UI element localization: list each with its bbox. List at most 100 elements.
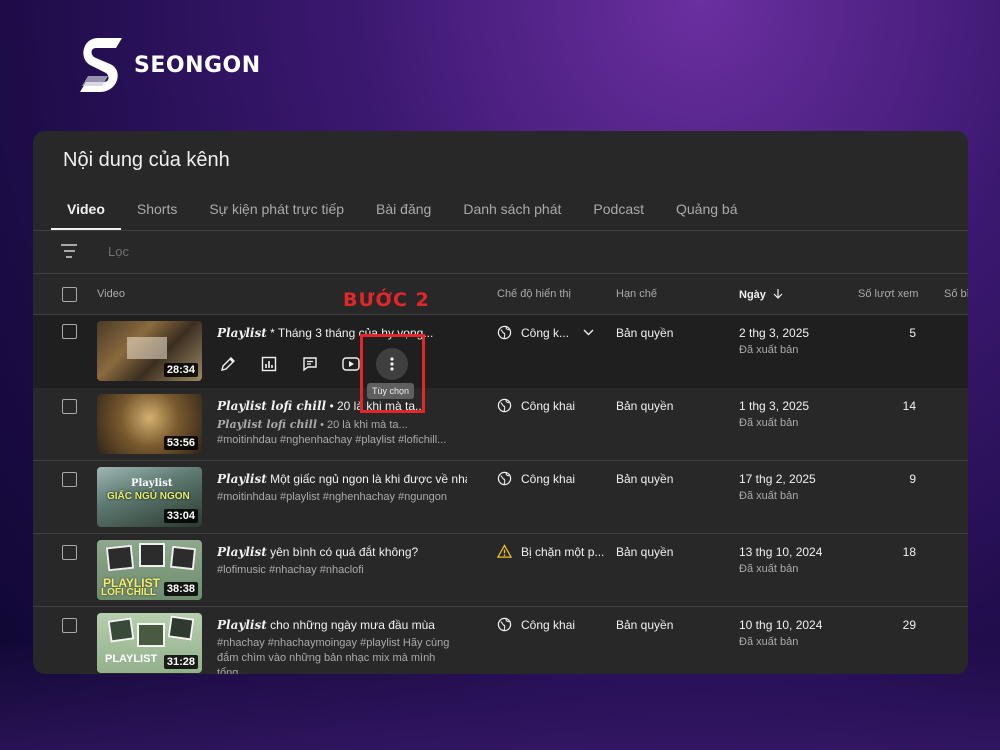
video-description: #moitinhdau #playlist #nghenhachay #ngun… bbox=[217, 490, 467, 505]
table-row[interactable]: Playlist GIẤC NGỦ NGON 33:04 Playlist Mộ… bbox=[33, 461, 968, 534]
date-value: 17 thg 2, 2025 bbox=[739, 472, 816, 486]
visibility-status[interactable]: Công khai bbox=[497, 471, 575, 486]
video-duration: 33:04 bbox=[163, 509, 198, 523]
tab-playlists[interactable]: Danh sách phát bbox=[447, 199, 577, 227]
row-checkbox[interactable] bbox=[62, 545, 77, 560]
column-views[interactable]: Số lượt xem bbox=[858, 288, 918, 300]
brand-logo: SEONGON bbox=[78, 36, 261, 94]
video-description-text: • 20 là khi mà ta... bbox=[317, 419, 408, 431]
globe-icon bbox=[497, 471, 512, 486]
thumbnail-title-text: GIẤC NGỦ NGON bbox=[107, 491, 190, 502]
restriction-value[interactable]: Bản quyền bbox=[616, 545, 673, 559]
video-description-text: đắm chìm vào những bản nhạc mix mà mình … bbox=[217, 652, 436, 674]
video-title-prefix: Playlist lofi chill bbox=[217, 399, 327, 413]
globe-icon bbox=[497, 325, 512, 340]
video-description-tags: #moitinhdau #nghenhachay #playlist #lofi… bbox=[217, 434, 447, 446]
column-date[interactable]: Ngày bbox=[739, 288, 783, 301]
comments-icon[interactable] bbox=[299, 353, 321, 375]
analytics-icon[interactable] bbox=[258, 353, 280, 375]
restriction-value[interactable]: Bản quyền bbox=[616, 618, 673, 632]
restriction-value[interactable]: Bản quyền bbox=[616, 399, 673, 413]
table-header: Video Chế độ hiển thị Hạn chế Ngày Số lư… bbox=[33, 274, 968, 314]
video-thumbnail[interactable]: 28:34 bbox=[97, 321, 202, 381]
row-checkbox[interactable] bbox=[62, 618, 77, 633]
row-actions bbox=[217, 353, 381, 375]
tab-posts[interactable]: Bài đăng bbox=[360, 199, 447, 227]
video-title[interactable]: Playlist lofi chill • 20 là khi mà ta... bbox=[217, 399, 467, 413]
publish-status: Đã xuất bản bbox=[739, 417, 799, 429]
views-count: 18 bbox=[902, 545, 916, 559]
tab-podcast[interactable]: Podcast bbox=[577, 199, 660, 227]
video-description-tags: #lofimusic #nhachay #nhaclofi bbox=[217, 564, 364, 576]
row-checkbox[interactable] bbox=[62, 399, 77, 414]
thumbnail-window-shape bbox=[127, 337, 167, 359]
seongon-logo-icon bbox=[80, 38, 122, 92]
visibility-status[interactable]: Bị chặn một p... bbox=[497, 544, 604, 559]
visibility-dropdown[interactable]: Công k... bbox=[497, 325, 594, 340]
restriction-value[interactable]: Bản quyền bbox=[616, 472, 673, 486]
sort-down-arrow-icon bbox=[773, 289, 783, 299]
tab-promotions[interactable]: Quảng bá bbox=[660, 199, 754, 227]
views-count: 9 bbox=[909, 472, 916, 486]
select-all-checkbox[interactable] bbox=[62, 287, 77, 302]
column-comments[interactable]: Số bì bbox=[944, 288, 968, 300]
video-title[interactable]: Playlist cho những ngày mưa đầu mùa bbox=[217, 618, 467, 632]
column-visibility[interactable]: Chế độ hiển thị bbox=[497, 288, 571, 300]
video-title-text: yên bình có quá đắt không? bbox=[266, 545, 419, 559]
video-thumbnail[interactable]: PLAYLIST 31:28 bbox=[97, 613, 202, 673]
filter-bar[interactable]: Lọc bbox=[33, 231, 968, 273]
video-title[interactable]: Playlist * Tháng 3 tháng của hy vọng... bbox=[217, 326, 467, 340]
thumbnail-photo-frame bbox=[169, 545, 197, 571]
table-row[interactable]: 28:34 Playlist * Tháng 3 tháng của hy vọ… bbox=[33, 315, 968, 399]
row-checkbox[interactable] bbox=[62, 472, 77, 487]
table-row[interactable]: PLAYLIST 31:28 Playlist cho những ngày m… bbox=[33, 607, 968, 674]
visibility-value: Công khai bbox=[521, 398, 576, 413]
more-vert-icon bbox=[390, 357, 394, 371]
visibility-value: Công khai bbox=[521, 471, 576, 486]
video-duration: 28:34 bbox=[163, 363, 198, 377]
page-title: Nội dung của kênh bbox=[63, 149, 230, 171]
video-description: #lofimusic #nhachay #nhaclofi bbox=[217, 563, 467, 578]
views-count: 29 bbox=[902, 618, 916, 632]
youtube-play-icon[interactable] bbox=[340, 353, 362, 375]
video-thumbnail[interactable]: Playlist GIẤC NGỦ NGON 33:04 bbox=[97, 467, 202, 527]
globe-icon bbox=[497, 617, 512, 632]
edit-pencil-icon[interactable] bbox=[217, 353, 239, 375]
video-duration: 31:28 bbox=[163, 655, 198, 669]
filter-input[interactable]: Lọc bbox=[108, 244, 129, 259]
table-row[interactable]: PLAYLIST LOFI CHILL 38:38 Playlist yên b… bbox=[33, 534, 968, 607]
video-description: #nhachay #nhachaymoingay #playlist Hãy c… bbox=[217, 636, 467, 674]
video-title[interactable]: Playlist Một giấc ngủ ngon là khi được v… bbox=[217, 472, 467, 486]
video-title-prefix: Playlist bbox=[217, 472, 267, 486]
column-date-label: Ngày bbox=[739, 289, 766, 301]
thumbnail-title-text: PLAYLIST bbox=[105, 653, 158, 665]
row-checkbox[interactable] bbox=[62, 324, 77, 339]
filter-icon[interactable] bbox=[61, 244, 77, 258]
chevron-down-icon bbox=[583, 329, 594, 336]
visibility-status[interactable]: Công khai bbox=[497, 398, 575, 413]
video-description-tags: #moitinhdau #playlist #nghenhachay #ngun… bbox=[217, 491, 447, 503]
video-description-tags: #nhachay #nhachaymoingay #playlist Hãy c… bbox=[217, 637, 450, 649]
restriction-value[interactable]: Bản quyền bbox=[616, 326, 673, 340]
thumbnail-photo-frame bbox=[167, 615, 195, 641]
tab-shorts[interactable]: Shorts bbox=[121, 199, 193, 227]
publish-status: Đã xuất bản bbox=[739, 344, 799, 356]
thumbnail-photo-frame bbox=[139, 543, 165, 567]
brand-name: SEONGON bbox=[134, 52, 261, 78]
table-row[interactable]: 53:56 Playlist lofi chill • 20 là khi mà… bbox=[33, 388, 968, 461]
visibility-status[interactable]: Công khai bbox=[497, 617, 575, 632]
tab-live[interactable]: Sự kiện phát trực tiếp bbox=[193, 199, 360, 227]
video-title-prefix: Playlist bbox=[217, 618, 267, 632]
tab-video[interactable]: Video bbox=[51, 199, 121, 230]
video-title-text: • 20 là khi mà ta... bbox=[326, 399, 426, 413]
globe-icon bbox=[497, 398, 512, 413]
video-duration: 53:56 bbox=[163, 436, 198, 450]
column-restrictions[interactable]: Hạn chế bbox=[616, 288, 657, 300]
date-value: 2 thg 3, 2025 bbox=[739, 326, 810, 340]
channel-content-panel: Nội dung của kênh Video Shorts Sự kiện p… bbox=[33, 131, 968, 674]
publish-status: Đã xuất bản bbox=[739, 563, 799, 575]
options-more-button[interactable] bbox=[376, 348, 408, 380]
video-title[interactable]: Playlist yên bình có quá đắt không? bbox=[217, 545, 467, 559]
video-thumbnail[interactable]: 53:56 bbox=[97, 394, 202, 454]
video-thumbnail[interactable]: PLAYLIST LOFI CHILL 38:38 bbox=[97, 540, 202, 600]
